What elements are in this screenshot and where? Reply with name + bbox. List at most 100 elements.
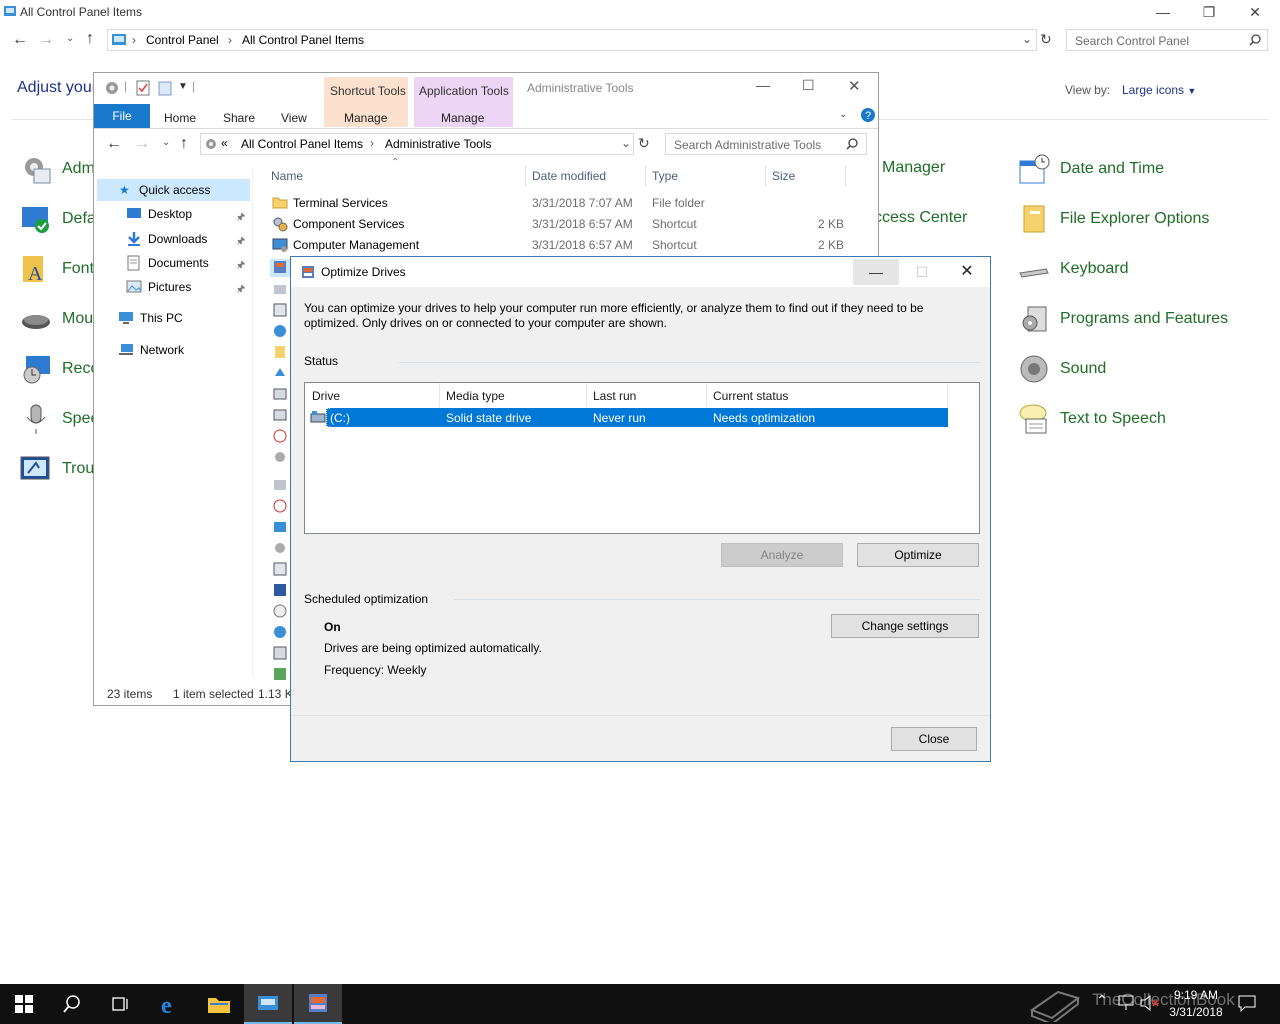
minimize-button[interactable]: — xyxy=(1140,2,1186,24)
address-dropdown-icon[interactable]: ⌄ xyxy=(1022,32,1032,46)
column-media-type[interactable]: Media type xyxy=(446,389,505,403)
address-dropdown-icon[interactable]: ⌄ xyxy=(621,136,631,150)
nav-item-network[interactable]: Network xyxy=(118,343,184,357)
optimize-button[interactable]: Optimize xyxy=(857,543,979,567)
control-panel-taskbar-button[interactable] xyxy=(244,984,292,1024)
breadcrumb-all-items[interactable]: All Control Panel Items xyxy=(242,33,364,47)
pin-icon[interactable]: 🖈 xyxy=(236,210,245,227)
default-programs-icon xyxy=(22,207,49,233)
view-tab[interactable]: View xyxy=(281,107,307,129)
task-view-button[interactable] xyxy=(96,984,144,1024)
back-arrow-icon[interactable]: ← xyxy=(106,135,122,153)
breadcrumb-all-items[interactable]: All Control Panel Items xyxy=(241,137,363,151)
cp-item-default-programs[interactable]: Defa xyxy=(20,203,96,235)
cp-item-ease-of-access-center[interactable]: ccess Center xyxy=(874,209,967,227)
minimize-button[interactable]: — xyxy=(853,259,899,285)
cp-item-recovery[interactable]: Reco xyxy=(20,353,99,385)
nav-item-pictures[interactable]: Pictures xyxy=(126,279,191,295)
recent-dropdown-icon[interactable]: ⌄ xyxy=(162,137,170,148)
home-tab[interactable]: Home xyxy=(164,107,196,129)
network-tray-icon[interactable] xyxy=(1118,995,1136,1011)
new-folder-icon[interactable] xyxy=(158,80,172,96)
clock-date[interactable]: 3/31/2018 xyxy=(1166,1005,1226,1019)
back-arrow-icon[interactable]: ← xyxy=(12,31,28,49)
minimize-button[interactable]: — xyxy=(756,77,770,93)
breadcrumb-overflow[interactable]: « xyxy=(221,136,228,150)
share-tab[interactable]: Share xyxy=(223,107,255,129)
drive-row[interactable]: (C:) Solid state drive Never run Needs o… xyxy=(308,408,948,427)
column-name[interactable]: Name xyxy=(271,169,303,183)
drives-listview[interactable]: Drive Media type Last run Current status… xyxy=(304,382,980,534)
checkmark-doc-icon[interactable] xyxy=(136,80,150,96)
start-button[interactable] xyxy=(0,984,48,1024)
pin-icon[interactable]: 🖈 xyxy=(236,282,245,299)
file-tab[interactable]: File xyxy=(94,104,150,128)
cp-item-troubleshooting[interactable]: Trou xyxy=(20,453,94,485)
up-arrow-icon[interactable]: ↑ xyxy=(86,30,94,48)
analyze-button[interactable]: Analyze xyxy=(721,543,843,567)
column-date-modified[interactable]: Date modified xyxy=(532,169,606,183)
cp-item-administrative-tools[interactable]: Adm xyxy=(20,153,95,185)
column-size[interactable]: Size xyxy=(772,169,795,183)
file-explorer-button[interactable] xyxy=(195,984,243,1024)
nav-item-desktop[interactable]: Desktop xyxy=(126,207,192,221)
address-bar[interactable]: « All Control Panel Items › Administrati… xyxy=(200,133,634,155)
cp-item-text-to-speech[interactable]: Text to Speech xyxy=(1018,403,1166,435)
change-settings-button[interactable]: Change settings xyxy=(831,614,979,638)
search-input[interactable]: Search Administrative Tools xyxy=(665,133,867,155)
cp-item-mouse[interactable]: Mou xyxy=(20,303,93,335)
file-row[interactable]: Component Services 3/31/2018 6:57 AM Sho… xyxy=(270,214,850,235)
forward-arrow-icon[interactable]: → xyxy=(38,31,54,49)
cp-item-keyboard[interactable]: Keyboard xyxy=(1018,253,1129,285)
close-button[interactable]: ✕ xyxy=(1232,2,1278,24)
refresh-icon[interactable]: ↻ xyxy=(1040,31,1052,48)
help-icon[interactable]: ? xyxy=(860,107,876,123)
nav-quick-access[interactable]: ★ Quick access xyxy=(97,179,250,201)
nav-item-this-pc[interactable]: This PC xyxy=(118,311,183,325)
column-drive[interactable]: Drive xyxy=(312,389,340,403)
view-by-dropdown[interactable]: Large icons ▼ xyxy=(1122,83,1196,97)
address-bar[interactable]: › Control Panel › All Control Panel Item… xyxy=(107,29,1037,51)
breadcrumb-control-panel[interactable]: Control Panel xyxy=(146,33,219,47)
forward-arrow-icon[interactable]: → xyxy=(134,135,150,153)
search-input[interactable]: Search Control Panel xyxy=(1066,29,1268,51)
nav-item-documents[interactable]: Documents xyxy=(126,255,209,271)
column-current-status[interactable]: Current status xyxy=(713,389,788,403)
pin-icon[interactable]: 🖈 xyxy=(236,234,245,251)
properties-icon[interactable] xyxy=(104,80,120,96)
qat-dropdown-icon[interactable]: ▼ xyxy=(178,81,188,92)
up-arrow-icon[interactable]: ↑ xyxy=(180,135,188,153)
cp-item-credential-manager[interactable]: l Manager xyxy=(874,159,945,177)
shortcut-manage-tab[interactable]: Manage xyxy=(344,107,387,129)
cp-item-date-and-time[interactable]: Date and Time xyxy=(1018,153,1164,185)
pin-icon[interactable]: 🖈 xyxy=(236,258,245,275)
refresh-icon[interactable]: ↻ xyxy=(638,135,650,152)
search-taskbar-button[interactable] xyxy=(48,984,96,1024)
file-row[interactable]: Computer Management 3/31/2018 6:57 AM Sh… xyxy=(270,235,850,256)
cp-item-programs-and-features[interactable]: Programs and Features xyxy=(1018,303,1228,335)
column-last-run[interactable]: Last run xyxy=(593,389,636,403)
column-type[interactable]: Type xyxy=(652,169,678,183)
restore-button[interactable]: ❐ xyxy=(1186,2,1232,24)
file-row[interactable]: Terminal Services 3/31/2018 7:07 AM File… xyxy=(270,193,850,214)
action-center-icon[interactable] xyxy=(1238,994,1256,1012)
volume-muted-icon[interactable] xyxy=(1140,995,1160,1011)
close-button[interactable]: ✕ xyxy=(945,259,989,285)
tray-chevron-icon[interactable]: ⌃ xyxy=(1096,992,1108,1009)
maximize-button[interactable]: ☐ xyxy=(802,77,815,94)
cp-item-speech[interactable]: Spee xyxy=(20,403,99,435)
maximize-button[interactable]: ☐ xyxy=(899,259,945,285)
internet-explorer-button[interactable]: e xyxy=(146,984,194,1024)
cp-item-file-explorer-options[interactable]: File Explorer Options xyxy=(1018,203,1209,235)
application-manage-tab[interactable]: Manage xyxy=(441,107,484,129)
close-dialog-button[interactable]: Close xyxy=(891,727,977,751)
nav-item-downloads[interactable]: Downloads xyxy=(126,231,207,247)
cp-item-fonts[interactable]: A Font xyxy=(20,253,94,285)
cp-item-sound[interactable]: Sound xyxy=(1018,353,1106,385)
optimize-drives-taskbar-button[interactable] xyxy=(294,984,342,1024)
close-button[interactable]: ✕ xyxy=(848,77,861,95)
breadcrumb-admin-tools[interactable]: Administrative Tools xyxy=(385,137,492,151)
clock-time[interactable]: 9:19 AM xyxy=(1170,988,1222,1002)
recent-dropdown-icon[interactable]: ⌄ xyxy=(66,33,74,44)
expand-ribbon-icon[interactable]: ⌄ xyxy=(839,109,847,120)
